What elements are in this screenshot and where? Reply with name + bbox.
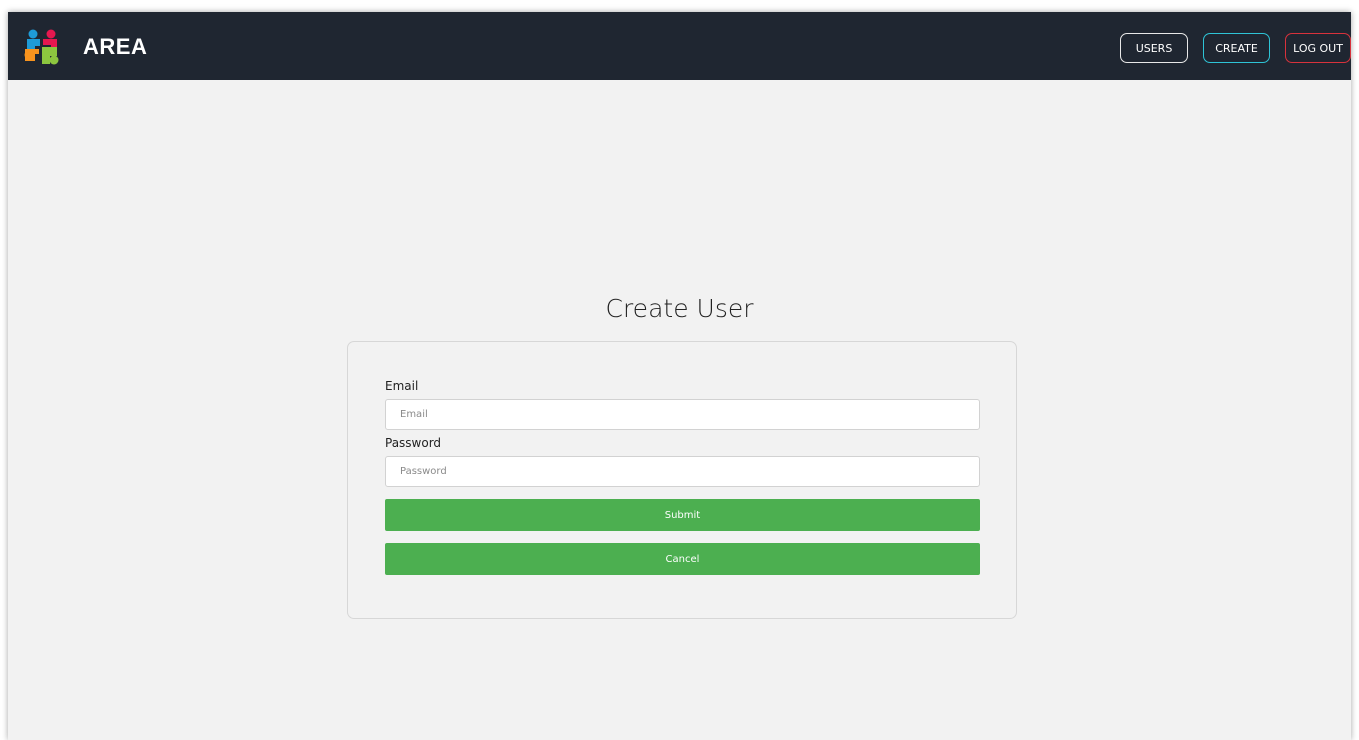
logout-nav-button[interactable]: LOG OUT [1285, 33, 1351, 63]
page-title: Create User [605, 294, 754, 323]
create-nav-button[interactable]: CREATE [1203, 33, 1270, 63]
password-input[interactable] [385, 456, 980, 487]
submit-button[interactable]: Submit [385, 499, 980, 531]
app-window: AREA USERS CREATE LOG OUT Create User Em… [8, 12, 1351, 740]
brand-name: AREA [83, 34, 148, 59]
cancel-button[interactable]: Cancel [385, 543, 980, 575]
top-navbar: AREA USERS CREATE LOG OUT [8, 12, 1351, 80]
create-user-form-card: Email Password Submit Cancel [347, 341, 1017, 619]
email-input[interactable] [385, 399, 980, 430]
email-label: Email [385, 379, 419, 393]
password-label: Password [385, 436, 442, 450]
puzzle-people-logo-icon [24, 29, 59, 65]
users-nav-button[interactable]: USERS [1120, 33, 1188, 63]
